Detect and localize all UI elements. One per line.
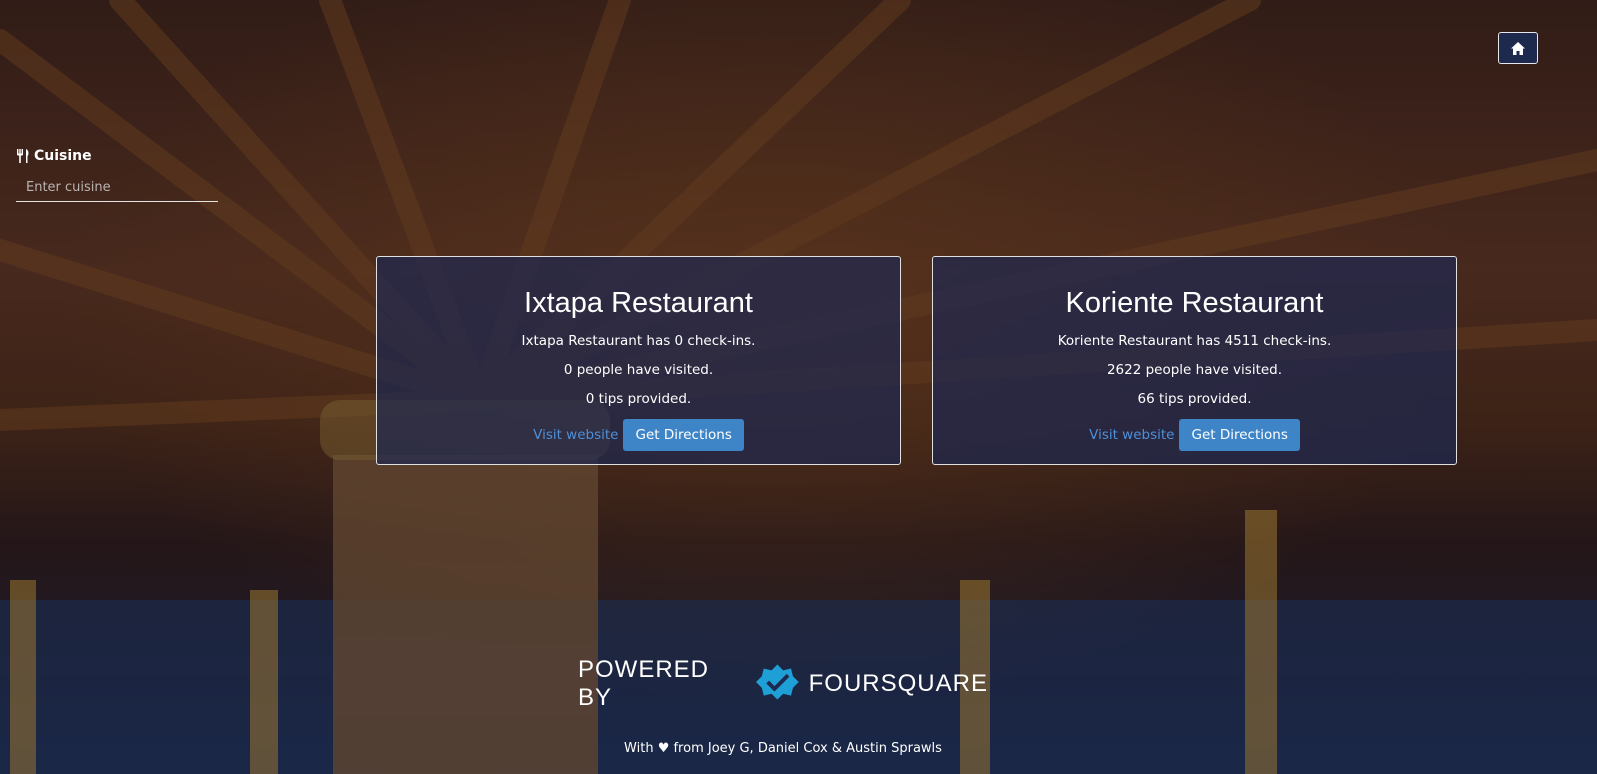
visitors-text: 2622 people have visited. (1106, 362, 1283, 378)
visit-website-link[interactable]: Visit website (533, 427, 618, 443)
get-directions-button[interactable]: Get Directions (1179, 419, 1300, 451)
cuisine-label: Cuisine (34, 148, 92, 164)
cuisine-search: Cuisine (16, 148, 218, 202)
restaurant-card: Ixtapa Restaurant Ixtapa Restaurant has … (376, 256, 901, 465)
card-actions: Visit website Get Directions (933, 419, 1456, 451)
checkins-text: Ixtapa Restaurant has 0 check-ins. (521, 333, 756, 349)
home-icon (1511, 41, 1525, 55)
visit-website-link[interactable]: Visit website (1089, 427, 1174, 443)
card-actions: Visit website Get Directions (377, 419, 900, 451)
cuisine-label-row: Cuisine (16, 148, 218, 164)
visitors-text: 0 people have visited. (563, 362, 714, 378)
tips-text: 0 tips provided. (585, 391, 692, 407)
tips-text: 66 tips provided. (1137, 391, 1252, 407)
utensils-icon (17, 149, 29, 163)
restaurant-name: Ixtapa Restaurant (524, 287, 753, 319)
restaurant-name: Koriente Restaurant (1065, 287, 1324, 319)
powered-by-text: POWERED BY (578, 656, 710, 711)
credits-text: With ♥ from Joey G, Daniel Cox & Austin … (624, 741, 942, 756)
get-directions-button[interactable]: Get Directions (623, 419, 744, 451)
restaurant-card: Koriente Restaurant Koriente Restaurant … (932, 256, 1457, 465)
foursquare-logo-icon (755, 664, 799, 700)
powered-by-foursquare: POWERED BY FOURSQUARE (578, 656, 988, 711)
cuisine-input[interactable] (16, 174, 218, 202)
checkins-text: Koriente Restaurant has 4511 check-ins. (1057, 333, 1332, 349)
home-button[interactable] (1498, 32, 1538, 64)
foursquare-brand-text: FOURSQUARE (808, 670, 988, 697)
